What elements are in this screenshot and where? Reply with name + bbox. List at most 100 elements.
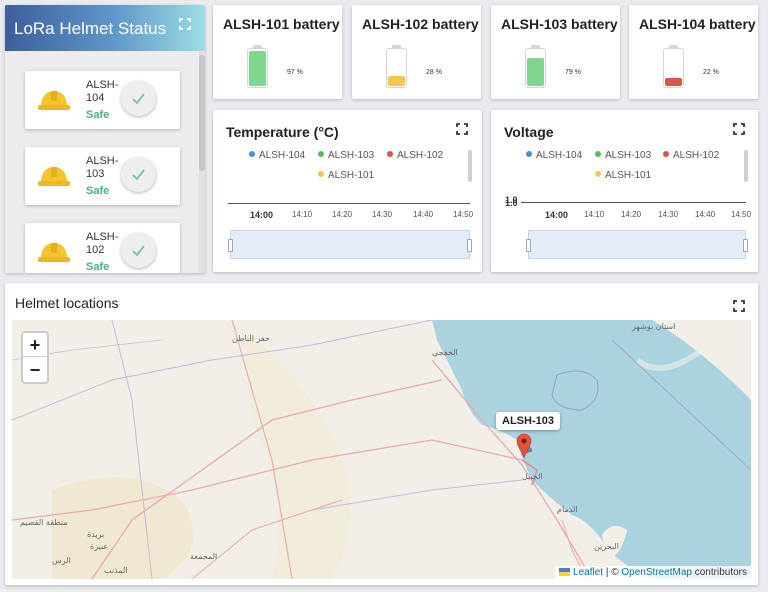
battery-percent: 22 % xyxy=(703,69,719,76)
helmet-name: ALSH-102 xyxy=(86,231,119,256)
battery-level xyxy=(249,51,266,86)
place-label: المجمعة xyxy=(190,552,218,561)
legend-item[interactable]: ALSH-104 xyxy=(526,150,582,161)
x-tick-label: 14:20 xyxy=(332,210,353,219)
legend-item[interactable]: ALSH-103 xyxy=(595,150,651,161)
place-label: الدمام xyxy=(557,505,578,514)
expand-icon[interactable] xyxy=(733,123,745,135)
legend-swatch xyxy=(595,151,601,157)
battery-level xyxy=(527,57,544,86)
leaflet-link[interactable]: Leaflet xyxy=(573,567,603,578)
list-item[interactable]: ALSH-104 Safe xyxy=(25,71,180,129)
legend-item[interactable]: ALSH-102 xyxy=(663,150,719,161)
x-tick-label: 14:30 xyxy=(372,210,393,219)
scrollbar-thumb[interactable] xyxy=(199,55,205,171)
helmet-name: ALSH-103 xyxy=(86,155,119,180)
hard-hat-icon xyxy=(38,167,70,186)
battery-card: ALSH-102 battery 28 % xyxy=(352,5,481,99)
x-tick-label: 14:50 xyxy=(453,210,474,219)
slider-handle-right[interactable] xyxy=(467,239,472,252)
legend-swatch xyxy=(663,151,669,157)
legend-swatch xyxy=(318,151,324,157)
check-icon xyxy=(132,93,145,105)
slider-handle-right[interactable] xyxy=(743,239,748,252)
slider-handle-left[interactable] xyxy=(228,239,233,252)
time-range-slider[interactable] xyxy=(228,230,472,259)
place-label: البحرين xyxy=(594,542,619,551)
battery-title: ALSH-101 battery xyxy=(223,16,340,32)
expand-icon[interactable] xyxy=(733,300,745,312)
zoom-in-button[interactable]: + xyxy=(23,333,47,357)
time-range-slider[interactable] xyxy=(526,230,748,259)
helmet-status-label: Safe xyxy=(86,109,110,121)
legend-item[interactable]: ALSH-102 xyxy=(387,150,443,161)
x-tick-label: 14:50 xyxy=(731,210,752,219)
legend-swatch xyxy=(249,151,255,157)
place-label: المذنب xyxy=(104,566,128,575)
x-tick-label: 14:40 xyxy=(413,210,434,219)
status-panel-header: LoRa Helmet Status xyxy=(5,5,205,51)
legend-swatch xyxy=(595,171,601,177)
ukraine-flag-icon xyxy=(559,568,571,576)
helmet-name: ALSH-104 xyxy=(86,79,119,104)
legend-label: ALSH-102 xyxy=(397,150,444,161)
battery-gauge xyxy=(525,48,546,88)
battery-level xyxy=(388,75,405,86)
map-attribution: Leaflet | © OpenStreetMap contributors xyxy=(555,566,751,579)
expand-icon[interactable] xyxy=(179,18,191,30)
acknowledge-button[interactable] xyxy=(121,81,156,116)
map-pin-icon[interactable] xyxy=(516,433,532,459)
voltage-chart-card: Voltage ALSH-104 ALSH-103 ALSH-102 ALSH-… xyxy=(491,110,758,272)
place-label: الخفجي xyxy=(432,348,458,357)
place-label: حفر الباطن xyxy=(232,334,270,343)
place-label: منطقة القصيم xyxy=(20,518,68,527)
check-icon xyxy=(132,245,145,257)
battery-card: ALSH-104 battery 22 % xyxy=(629,5,758,99)
map-title: Helmet locations xyxy=(15,295,119,311)
scrollbar[interactable] xyxy=(199,51,205,273)
list-item[interactable]: ALSH-103 Safe xyxy=(25,147,180,205)
zoom-out-button[interactable]: − xyxy=(23,358,47,382)
legend-item[interactable]: ALSH-101 xyxy=(595,170,651,181)
place-label: استان بوشهر xyxy=(632,322,676,331)
legend-label: ALSH-103 xyxy=(605,150,652,161)
x-tick-label: 14:00 xyxy=(545,210,569,220)
expand-icon[interactable] xyxy=(456,123,468,135)
battery-percent: 28 % xyxy=(426,69,442,76)
battery-card: ALSH-103 battery 79 % xyxy=(491,5,620,99)
x-tick-label: 14:30 xyxy=(658,210,679,219)
map-view[interactable]: حفر الباطن الخفجي الجبيل الدمام البحرين … xyxy=(12,320,751,579)
list-item[interactable]: ALSH-102 Safe xyxy=(25,223,180,273)
legend-scrollbar[interactable] xyxy=(744,150,748,182)
battery-card: ALSH-101 battery 97 % xyxy=(213,5,342,99)
battery-gauge xyxy=(386,48,407,88)
x-axis xyxy=(521,202,746,203)
hard-hat-icon xyxy=(38,243,70,262)
helmet-locations-card: Helmet locations حفر الباطن الخفجي الجبي… xyxy=(5,283,758,585)
legend-swatch xyxy=(318,171,324,177)
acknowledge-button[interactable] xyxy=(121,157,156,192)
battery-title: ALSH-103 battery xyxy=(501,16,618,32)
osm-link[interactable]: OpenStreetMap xyxy=(621,567,692,578)
legend-scrollbar[interactable] xyxy=(468,150,472,182)
battery-title: ALSH-102 battery xyxy=(362,16,479,32)
acknowledge-button[interactable] xyxy=(121,233,156,268)
slider-handle-left[interactable] xyxy=(526,239,531,252)
helmet-status-label: Safe xyxy=(86,261,110,273)
attribution-separator: | © xyxy=(603,567,622,578)
attribution-suffix: contributors xyxy=(691,567,747,578)
legend-item[interactable]: ALSH-104 xyxy=(249,150,305,161)
legend-label: ALSH-103 xyxy=(328,150,375,161)
x-tick-label: 14:20 xyxy=(621,210,642,219)
hard-hat-icon xyxy=(38,91,70,110)
legend-item[interactable]: ALSH-101 xyxy=(318,170,374,181)
battery-gauge xyxy=(247,48,268,88)
chart-title: Temperature (°C) xyxy=(226,124,339,140)
x-tick-label: 14:10 xyxy=(584,210,605,219)
legend-item[interactable]: ALSH-103 xyxy=(318,150,374,161)
check-icon xyxy=(132,169,145,181)
battery-title: ALSH-104 battery xyxy=(639,16,756,32)
place-label: بريدة xyxy=(87,530,105,539)
status-panel-title: LoRa Helmet Status xyxy=(14,19,167,38)
helmet-list[interactable]: ALSH-104 Safe ALSH-103 Safe ALSH-102 Saf… xyxy=(5,51,205,273)
